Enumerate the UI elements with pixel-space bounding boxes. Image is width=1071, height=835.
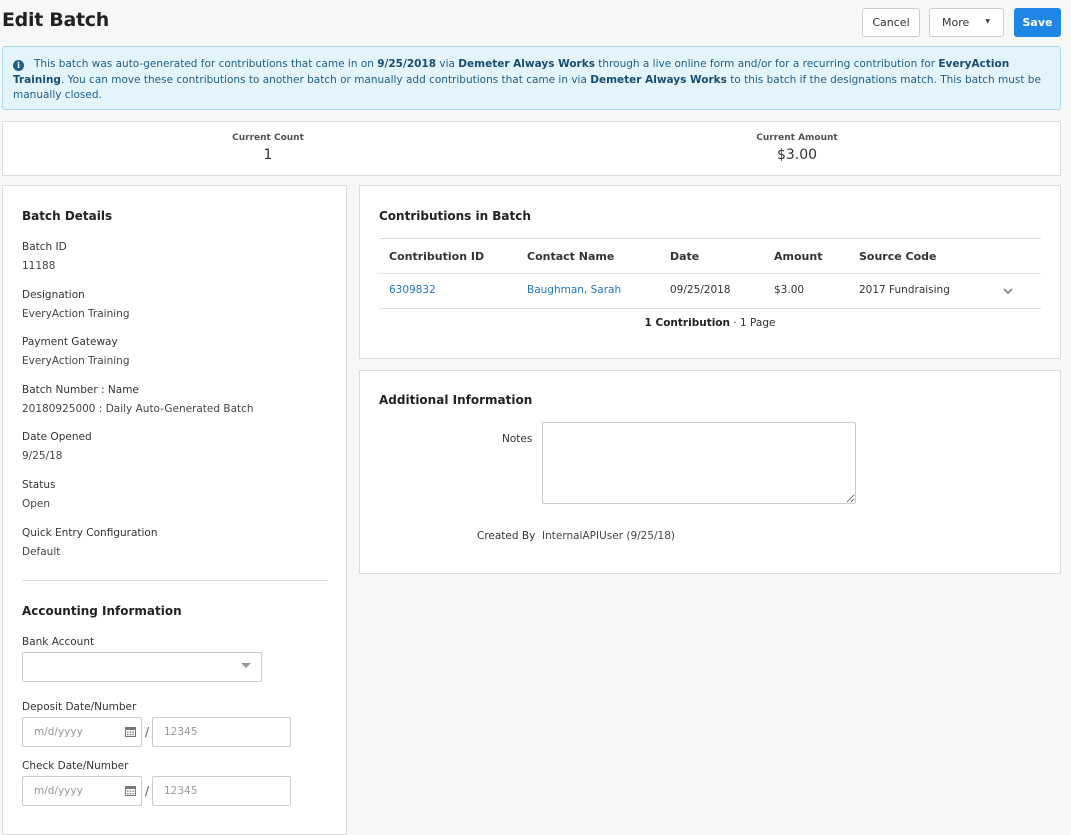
batch-number-name-label: Batch Number : Name — [22, 384, 139, 396]
payment-gateway-value: EveryAction Training — [22, 355, 130, 367]
notes-label: Notes — [502, 433, 533, 445]
accounting-info-title: Accounting Information — [22, 604, 182, 618]
auto-generated-info-alert: i This batch was auto-generated for contr… — [2, 46, 1061, 110]
check-date-input[interactable]: m/d/yyyy — [22, 776, 142, 806]
more-dropdown-button[interactable]: More ▼ — [929, 8, 1004, 37]
alert-gateway: Demeter Always Works — [590, 73, 727, 86]
status-value: Open — [22, 498, 51, 510]
payment-gateway-label: Payment Gateway — [22, 336, 118, 348]
batch-details-panel: Batch Details Batch ID 11188 Designation… — [2, 185, 347, 835]
calendar-icon[interactable] — [125, 785, 136, 796]
deposit-date-placeholder: m/d/yyyy — [34, 726, 83, 738]
created-by-label: Created By — [477, 530, 536, 542]
caret-down-icon: ▼ — [985, 18, 990, 25]
contributions-panel: Contributions in Batch Contribution ID C… — [359, 185, 1061, 359]
contribution-count: 1 Contribution — [644, 317, 730, 329]
page-title: Edit Batch — [2, 9, 109, 31]
created-by-value: InternalAPIUser (9/25/18) — [542, 530, 676, 542]
section-divider — [22, 580, 328, 581]
chevron-down-icon[interactable] — [1002, 285, 1014, 297]
status-label: Status — [22, 479, 56, 491]
date-number-separator: / — [145, 725, 150, 739]
deposit-date-number-label: Deposit Date/Number — [22, 701, 137, 713]
date-number-separator: / — [145, 784, 150, 798]
batch-number-name-value: 20180925000 : Daily Auto-Generated Batch — [22, 403, 254, 415]
dropdown-arrow-icon — [241, 663, 251, 668]
table-row: 6309832 Baughman, Sarah 09/25/2018 $3.00… — [379, 274, 1041, 309]
current-count-label: Current Count — [232, 133, 304, 143]
cancel-button[interactable]: Cancel — [862, 8, 920, 37]
more-button-label: More — [942, 16, 970, 29]
quick-entry-config-label: Quick Entry Configuration — [22, 527, 158, 539]
alert-text: This batch was auto-generated for contri… — [34, 58, 378, 70]
date-opened-value: 9/25/18 — [22, 450, 63, 462]
date-opened-label: Date Opened — [22, 431, 92, 443]
batch-id-value: 11188 — [22, 260, 56, 272]
current-count-value: 1 — [263, 147, 273, 163]
batch-id-label: Batch ID — [22, 241, 67, 253]
current-amount-stat: Current Amount $3.00 — [747, 133, 847, 163]
contributions-title: Contributions in Batch — [379, 209, 531, 223]
current-amount-value: $3.00 — [776, 147, 818, 163]
contribution-amount: $3.00 — [774, 284, 805, 296]
alert-gateway: Demeter Always Works — [458, 58, 595, 70]
additional-info-title: Additional Information — [379, 393, 533, 407]
contribution-source-code: 2017 Fundraising — [859, 284, 950, 296]
additional-info-panel: Additional Information Notes Created By … — [359, 370, 1061, 574]
alert-text: . You can move these contributions to an… — [60, 73, 591, 86]
contribution-id-link[interactable]: 6309832 — [389, 284, 436, 296]
bank-account-select[interactable] — [22, 652, 262, 682]
check-date-number-label: Check Date/Number — [22, 760, 129, 772]
batch-summary-panel: Current Count 1 Current Amount $3.00 — [2, 121, 1061, 176]
deposit-date-input[interactable]: m/d/yyyy — [22, 717, 142, 747]
check-number-placeholder: 12345 — [164, 785, 198, 797]
alert-text: through a live online form and/or for a … — [594, 58, 939, 70]
deposit-number-placeholder: 12345 — [164, 726, 198, 738]
current-count-stat: Current Count 1 — [218, 133, 318, 163]
alert-date: 9/25/2018 — [377, 58, 437, 70]
column-header-date[interactable]: Date — [670, 250, 699, 263]
alert-text: via — [436, 58, 459, 70]
batch-details-title: Batch Details — [22, 209, 113, 223]
contribution-date: 09/25/2018 — [670, 284, 731, 296]
info-icon: i — [13, 60, 24, 71]
contributions-table-header: Contribution ID Contact Name Date Amount… — [379, 238, 1041, 274]
current-amount-label: Current Amount — [756, 133, 838, 143]
calendar-icon[interactable] — [125, 726, 136, 737]
save-button[interactable]: Save — [1014, 8, 1061, 37]
column-header-source-code[interactable]: Source Code — [859, 250, 937, 263]
designation-value: EveryAction Training — [22, 308, 130, 320]
bank-account-label: Bank Account — [22, 636, 95, 648]
quick-entry-config-value: Default — [22, 546, 61, 558]
contact-name-link[interactable]: Baughman, Sarah — [527, 284, 621, 296]
page-count: · 1 Page — [730, 317, 776, 329]
check-date-placeholder: m/d/yyyy — [34, 785, 83, 797]
deposit-number-input[interactable]: 12345 — [152, 717, 291, 747]
designation-label: Designation — [22, 289, 85, 301]
notes-textarea[interactable] — [542, 422, 856, 504]
column-header-contact-name[interactable]: Contact Name — [527, 250, 614, 263]
table-pagination-summary: 1 Contribution · 1 Page — [360, 317, 1060, 329]
check-number-input[interactable]: 12345 — [152, 776, 291, 806]
column-header-contribution-id[interactable]: Contribution ID — [389, 250, 484, 263]
column-header-amount[interactable]: Amount — [774, 250, 822, 263]
